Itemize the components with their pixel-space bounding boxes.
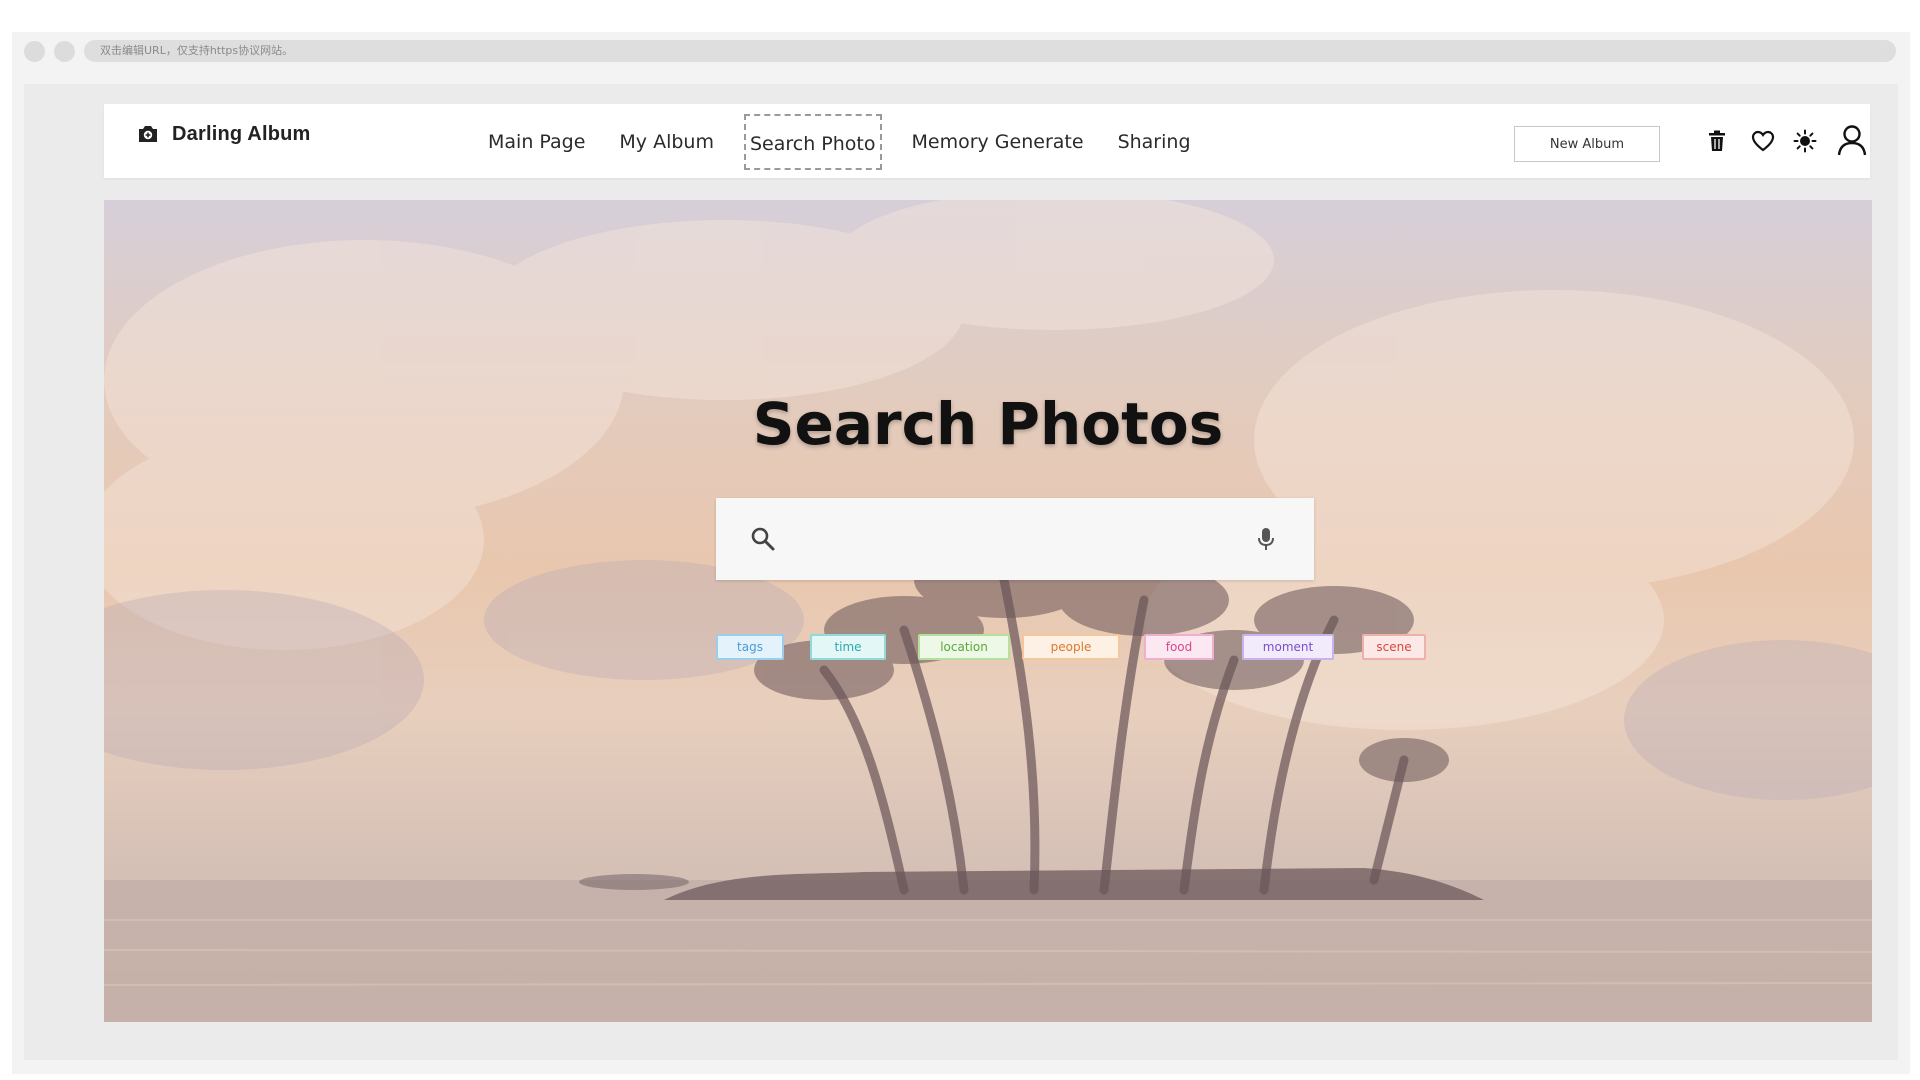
page-viewport: Darling Album Main Page My Album Search … — [24, 84, 1898, 1060]
microphone-icon[interactable] — [1254, 526, 1278, 552]
filter-chip-time[interactable]: time — [810, 634, 886, 660]
search-bar — [716, 498, 1314, 580]
nav-my-album[interactable]: My Album — [615, 114, 718, 170]
back-button[interactable] — [24, 41, 45, 62]
filter-chip-moment[interactable]: moment — [1242, 634, 1334, 660]
browser-window: 双击编辑URL，仅支持https协议网站。 Darling Album Main… — [12, 32, 1910, 1074]
brightness-button[interactable] — [1790, 126, 1820, 156]
filter-chip-food[interactable]: food — [1144, 634, 1214, 660]
filter-chip-people[interactable]: people — [1022, 634, 1120, 660]
filter-chip-location[interactable]: location — [918, 634, 1010, 660]
browser-toolbar: 双击编辑URL，仅支持https协议网站。 — [12, 32, 1910, 70]
new-album-button[interactable]: New Album — [1514, 126, 1660, 162]
camera-icon — [139, 126, 157, 142]
beach-background-image — [104, 200, 1872, 1022]
trash-icon — [1709, 130, 1725, 151]
search-icon[interactable] — [750, 526, 776, 552]
hero-section: Search Photos tags time location people … — [104, 200, 1872, 1022]
nav-sharing[interactable]: Sharing — [1114, 114, 1195, 170]
nav-main-page[interactable]: Main Page — [484, 114, 589, 170]
heart-icon — [1751, 130, 1775, 152]
address-bar[interactable]: 双击编辑URL，仅支持https协议网站。 — [84, 40, 1896, 62]
brand-name: Darling Album — [172, 122, 311, 145]
main-nav: Main Page My Album Search Photo Memory G… — [484, 114, 1221, 170]
brightness-icon — [1793, 129, 1817, 153]
filter-chip-scene[interactable]: scene — [1362, 634, 1426, 660]
page-title: Search Photos — [752, 390, 1224, 458]
trash-button[interactable] — [1702, 126, 1732, 156]
top-navbar: Darling Album Main Page My Album Search … — [104, 104, 1870, 178]
user-icon — [1837, 125, 1867, 156]
profile-button[interactable] — [1834, 122, 1870, 158]
nav-memory-generate[interactable]: Memory Generate — [908, 114, 1088, 170]
favorites-button[interactable] — [1748, 126, 1778, 156]
filter-chip-tags[interactable]: tags — [716, 634, 784, 660]
brand[interactable]: Darling Album — [136, 122, 311, 146]
nav-search-photo[interactable]: Search Photo — [743, 114, 882, 170]
search-input[interactable] — [796, 518, 1226, 560]
forward-button[interactable] — [54, 41, 75, 62]
